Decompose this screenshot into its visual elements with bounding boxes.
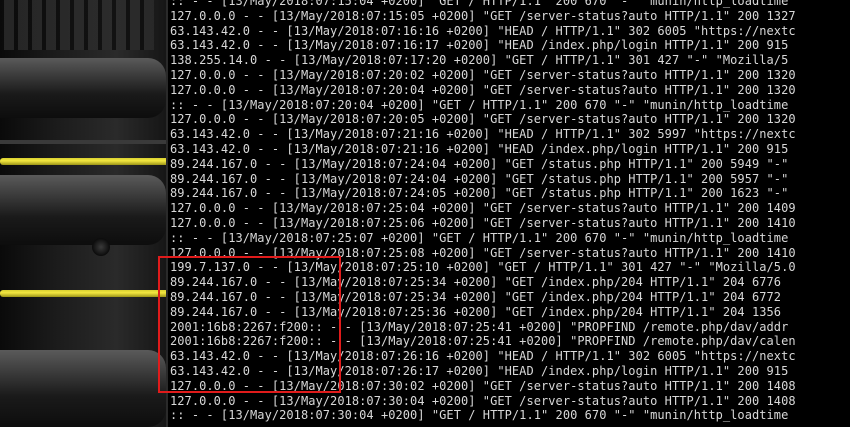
photo-rail: [0, 140, 166, 144]
log-line: :: - - [13/May/2018:07:25:07 +0200] "GET…: [170, 230, 789, 245]
log-line: 127.0.0.0 - - [13/May/2018:07:25:04 +020…: [170, 201, 796, 216]
log-line: 2001:16b8:2267:f200:: - - [13/May/2018:0…: [170, 334, 796, 349]
log-line: 127.0.0.0 - - [13/May/2018:07:15:05 +020…: [170, 8, 796, 23]
log-line: 89.244.167.0 - - [13/May/2018:07:25:36 +…: [170, 304, 782, 319]
log-line: 63.143.42.0 - - [13/May/2018:07:16:17 +0…: [170, 38, 789, 53]
log-line: 89.244.167.0 - - [13/May/2018:07:25:34 +…: [170, 275, 782, 290]
background-photo: [0, 0, 166, 427]
log-line: 127.0.0.0 - - [13/May/2018:07:25:06 +020…: [170, 215, 796, 230]
log-line: 127.0.0.0 - - [13/May/2018:07:25:08 +020…: [170, 245, 796, 260]
photo-cable: [0, 175, 166, 245]
log-line: 127.0.0.0 - - [13/May/2018:07:20:02 +020…: [170, 67, 796, 82]
terminal-edge: [166, 0, 168, 427]
log-line: :: - - [13/May/2018:07:30:04 +0200] "GET…: [170, 408, 789, 423]
log-line: 63.143.42.0 - - [13/May/2018:07:21:16 +0…: [170, 127, 796, 142]
photo-cable: [0, 58, 166, 118]
log-output: :: - - [13/May/2018:07:15:04 +0200] "GET…: [170, 0, 796, 423]
photo-cable: [0, 350, 166, 427]
log-line: 63.143.42.0 - - [13/May/2018:07:16:16 +0…: [170, 23, 796, 38]
log-line: :: - - [13/May/2018:07:20:04 +0200] "GET…: [170, 97, 789, 112]
photo-grille: [4, 0, 154, 50]
log-line: 138.255.14.0 - - [13/May/2018:07:17:20 +…: [170, 53, 789, 68]
photo-hole: [92, 238, 110, 256]
log-line: 2001:16b8:2267:f200:: - - [13/May/2018:0…: [170, 319, 789, 334]
log-line: 89.244.167.0 - - [13/May/2018:07:24:05 +…: [170, 186, 789, 201]
log-line: 127.0.0.0 - - [13/May/2018:07:20:05 +020…: [170, 112, 796, 127]
log-line: :: - - [13/May/2018:07:15:04 +0200] "GET…: [170, 0, 789, 8]
log-line: 63.143.42.0 - - [13/May/2018:07:21:16 +0…: [170, 141, 789, 156]
log-line: 89.244.167.0 - - [13/May/2018:07:24:04 +…: [170, 171, 789, 186]
log-line: 127.0.0.0 - - [13/May/2018:07:30:02 +020…: [170, 378, 796, 393]
log-line: 63.143.42.0 - - [13/May/2018:07:26:16 +0…: [170, 349, 796, 364]
log-line: 89.244.167.0 - - [13/May/2018:07:24:04 +…: [170, 156, 789, 171]
terminal-window[interactable]: :: - - [13/May/2018:07:15:04 +0200] "GET…: [166, 0, 850, 427]
log-line: 89.244.167.0 - - [13/May/2018:07:25:34 +…: [170, 289, 782, 304]
log-line: 63.143.42.0 - - [13/May/2018:07:26:17 +0…: [170, 363, 789, 378]
photo-yellow-cable: [0, 158, 166, 165]
log-line: 127.0.0.0 - - [13/May/2018:07:20:04 +020…: [170, 82, 796, 97]
log-line: 199.7.137.0 - - [13/May/2018:07:25:10 +0…: [170, 260, 796, 275]
log-line: 127.0.0.0 - - [13/May/2018:07:30:04 +020…: [170, 393, 796, 408]
photo-yellow-cable: [0, 290, 166, 297]
